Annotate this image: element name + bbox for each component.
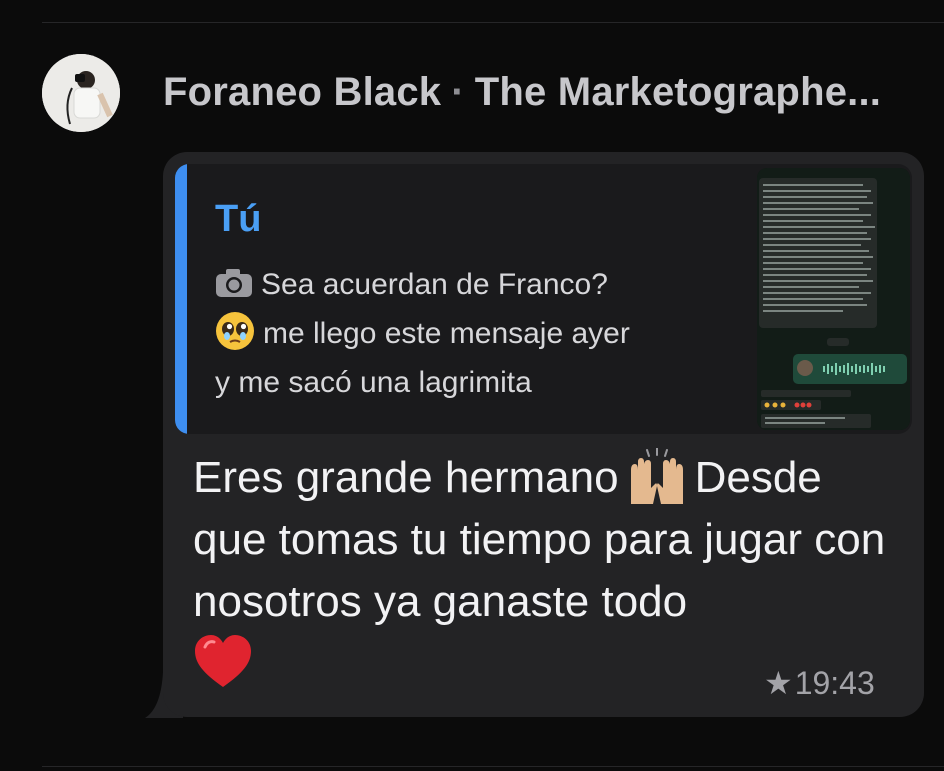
quote-line-2: me llego este mensaje ayer <box>215 309 735 358</box>
quote-line-2-text: me llego este mensaje ayer <box>263 317 630 350</box>
red-heart-icon <box>195 635 251 687</box>
chat-header-title[interactable]: Foraneo Black · The Marketographe... <box>163 70 943 115</box>
quote-line-1-text: Sea acuerdan de Franco? <box>261 268 608 301</box>
quote-accent-bar <box>175 164 187 434</box>
group-name: The Marketographe... <box>474 70 882 114</box>
starred-icon: ★ <box>764 665 793 701</box>
top-divider <box>42 22 944 23</box>
sender-name: Foraneo Black <box>163 70 442 114</box>
quote-line-3: y me sacó una lagrimita <box>215 366 532 399</box>
quoted-reply[interactable]: Tú Sea acuerdan de Franco? me llego este… <box>175 164 912 434</box>
message-text: Eres grande hermano Desde que tomas tu t… <box>193 447 905 696</box>
message-status: ★19:43 <box>764 664 875 702</box>
pleading-face-icon <box>216 312 254 350</box>
message-text-part-1: Eres grande hermano <box>193 453 619 502</box>
title-separator: · <box>451 70 465 114</box>
avatar[interactable] <box>42 54 120 132</box>
quote-text: Sea acuerdan de Franco? me llego este me… <box>215 260 735 407</box>
chat-screenshot-image <box>757 168 910 430</box>
avatar-photo <box>42 54 120 132</box>
quote-author: Tú <box>215 198 262 240</box>
bottom-divider <box>42 766 944 767</box>
message-time: 19:43 <box>794 665 875 701</box>
raising-hands-icon <box>630 448 683 504</box>
quote-line-1: Sea acuerdan de Franco? <box>215 260 735 309</box>
quoted-image-thumbnail[interactable] <box>757 168 910 430</box>
camera-icon <box>216 269 252 297</box>
